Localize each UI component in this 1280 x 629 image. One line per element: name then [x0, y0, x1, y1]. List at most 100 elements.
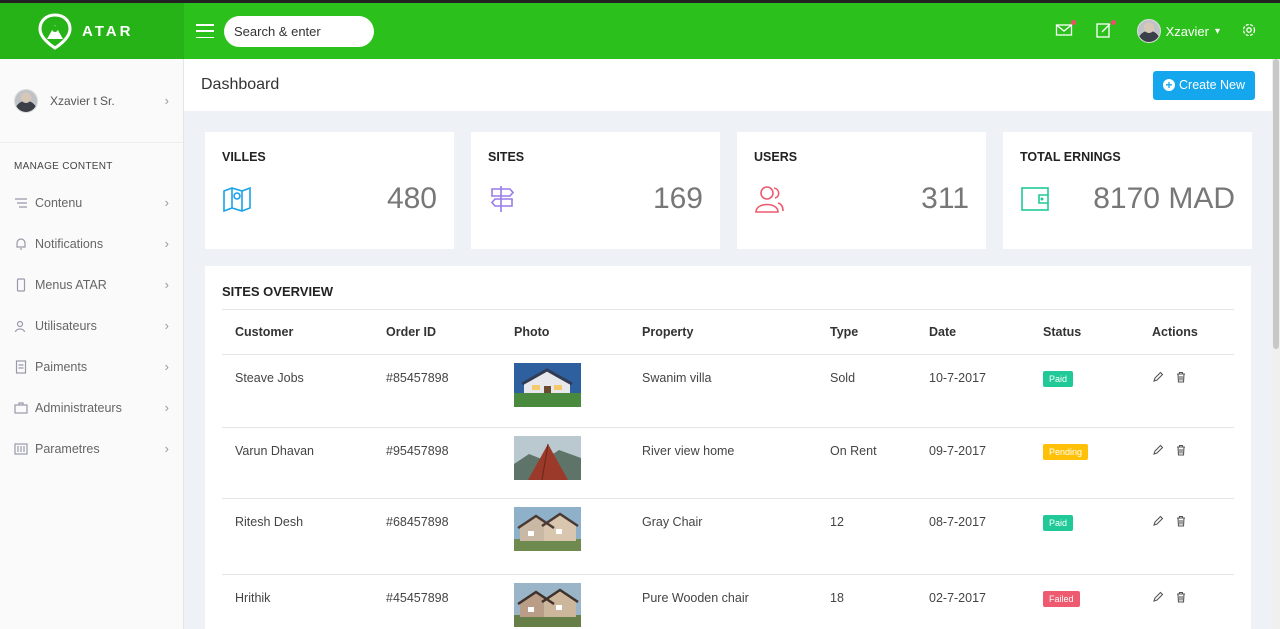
- trash-icon[interactable]: [1175, 371, 1187, 383]
- sidebar-section-heading: MANAGE CONTENT: [14, 161, 113, 172]
- stat-card-sites: SITES 169: [471, 132, 720, 249]
- stat-label: TOTAL ERNINGS: [1020, 150, 1121, 164]
- stat-label: SITES: [488, 150, 525, 164]
- actions-cell: [1139, 574, 1234, 629]
- column-header: Type: [817, 310, 916, 355]
- pencil-icon[interactable]: [1152, 515, 1164, 527]
- sidebar-user-name: Xzavier t Sr.: [50, 93, 115, 108]
- mobile-icon: [16, 277, 26, 292]
- mail-notification-dot: [1070, 20, 1076, 25]
- sidebar-item-label: Parametres: [35, 441, 100, 456]
- type-cell: On Rent: [817, 427, 916, 499]
- pencil-icon[interactable]: [1152, 444, 1164, 456]
- brand-logo[interactable]: ATAR: [0, 3, 184, 59]
- briefcase-icon: [14, 401, 28, 414]
- stat-card-users: USERS 311: [737, 132, 986, 249]
- status-cell: Failed: [1030, 574, 1139, 629]
- column-header: Date: [916, 310, 1030, 355]
- pencil-icon[interactable]: [1152, 371, 1164, 383]
- sidebar-item-administrateurs[interactable]: Administrateurs ›: [0, 387, 183, 428]
- photo-cell: [501, 498, 629, 575]
- sites-table: Customer Order ID Photo Property Type Da…: [222, 310, 1234, 629]
- customer-cell: Steave Jobs: [222, 354, 373, 428]
- scrollbar-thumb[interactable]: [1273, 59, 1279, 349]
- photo-cell: [501, 427, 629, 499]
- sidebar-item-label: Contenu: [35, 195, 83, 210]
- sidebar-item-notifications[interactable]: Notifications ›: [0, 223, 183, 264]
- create-new-button[interactable]: + Create New: [1153, 70, 1255, 100]
- order-id-cell: #68457898: [373, 498, 501, 575]
- stats-row: VILLES 480 SITES 169 USERS 311 TOTAL ERN…: [205, 132, 1252, 249]
- edit-icon[interactable]: [1095, 20, 1116, 41]
- stat-label: VILLES: [222, 150, 266, 164]
- sidebar-item-contenu[interactable]: Contenu ›: [0, 182, 183, 223]
- users-icon: [755, 186, 784, 213]
- signpost-icon: [490, 186, 515, 212]
- sidebar-item-parametres[interactable]: Parametres ›: [0, 428, 183, 469]
- gear-icon[interactable]: [1240, 21, 1260, 41]
- property-cell: Gray Chair: [629, 498, 817, 575]
- sliders-icon: [14, 442, 28, 455]
- column-header: Property: [629, 310, 817, 355]
- table-row: Steave Jobs #85457898 Swanim villa Sold …: [222, 354, 1234, 428]
- sidebar-item-paiments[interactable]: Paiments ›: [0, 346, 183, 387]
- type-cell: 12: [817, 498, 916, 575]
- order-id-cell: #45457898: [373, 574, 501, 629]
- actions-cell: [1139, 427, 1234, 499]
- column-header: Photo: [501, 310, 629, 355]
- chevron-right-icon: ›: [164, 195, 169, 210]
- list-icon: [15, 197, 27, 208]
- main-content: Dashboard + Create New VILLES 480 SITES …: [184, 59, 1272, 629]
- user-menu[interactable]: Xzavier ▾: [1136, 19, 1220, 43]
- date-cell: 02-7-2017: [916, 574, 1030, 629]
- property-photo: [514, 506, 581, 551]
- sidebar-item-label: Menus ATAR: [35, 277, 107, 292]
- pencil-icon[interactable]: [1152, 591, 1164, 603]
- stat-value: 480: [386, 182, 437, 215]
- sidebar-user-profile[interactable]: Xzavier t Sr. ›: [0, 59, 183, 143]
- trash-icon[interactable]: [1175, 444, 1187, 456]
- customer-cell: Hrithik: [222, 574, 373, 629]
- chevron-right-icon: ›: [164, 359, 169, 374]
- avatar: [14, 88, 38, 113]
- column-header: Actions: [1139, 310, 1234, 355]
- brand-name: ATAR: [82, 22, 134, 40]
- user-name: Xzavier: [1165, 23, 1209, 39]
- type-cell: 18: [817, 574, 916, 629]
- column-header: Customer: [222, 310, 373, 355]
- status-cell: Paid: [1030, 354, 1139, 428]
- stat-label: USERS: [754, 150, 798, 164]
- photo-cell: [501, 574, 629, 629]
- sidebar-item-utilisateurs[interactable]: Utilisateurs ›: [0, 305, 183, 346]
- search-input[interactable]: [224, 15, 374, 47]
- chevron-right-icon: ›: [164, 236, 169, 251]
- mail-icon[interactable]: [1055, 20, 1076, 41]
- chevron-right-icon: ›: [164, 277, 169, 292]
- table-header-row: Customer Order ID Photo Property Type Da…: [222, 310, 1234, 355]
- sidebar: Xzavier t Sr. › MANAGE CONTENT Contenu ›…: [0, 59, 184, 629]
- stat-value: 169: [652, 182, 703, 215]
- users-icon: [14, 320, 26, 332]
- status-cell: Paid: [1030, 498, 1139, 575]
- edit-notification-dot: [1110, 20, 1116, 25]
- page-scrollbar[interactable]: [1272, 59, 1280, 629]
- table-row: Varun Dhavan #95457898 River view home O…: [222, 427, 1234, 499]
- sidebar-item-menus-atar[interactable]: Menus ATAR ›: [0, 264, 183, 305]
- trash-icon[interactable]: [1175, 515, 1187, 527]
- photo-cell: [501, 354, 629, 428]
- chevron-right-icon: ›: [164, 441, 169, 456]
- actions-cell: [1139, 498, 1234, 575]
- chevron-right-icon: ›: [164, 318, 169, 333]
- property-photo: [514, 435, 581, 480]
- sidebar-item-label: Paiments: [35, 359, 88, 374]
- sidebar-item-label: Notifications: [35, 236, 104, 251]
- date-cell: 10-7-2017: [916, 354, 1030, 428]
- trash-icon[interactable]: [1175, 591, 1187, 603]
- property-cell: Pure Wooden chair: [629, 574, 817, 629]
- stat-card-villes: VILLES 480: [205, 132, 454, 249]
- hamburger-menu-icon[interactable]: [196, 24, 214, 38]
- location-pin-logo-icon: [38, 13, 72, 50]
- type-cell: Sold: [817, 354, 916, 428]
- chevron-right-icon: ›: [164, 93, 169, 108]
- property-photo: [514, 582, 581, 627]
